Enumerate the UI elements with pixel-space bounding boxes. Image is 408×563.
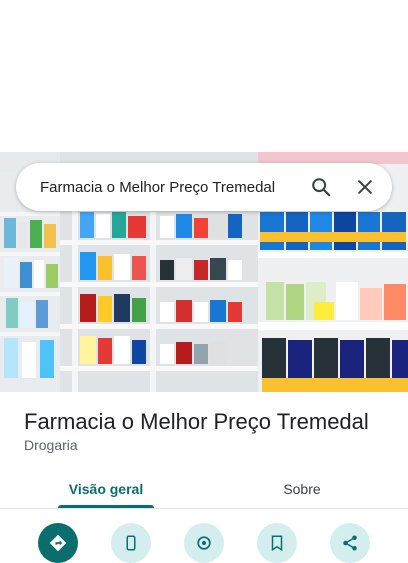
place-category[interactable]: Drogaria: [24, 437, 78, 453]
close-icon[interactable]: [352, 174, 378, 200]
search-icon[interactable]: [308, 174, 334, 200]
tab-about[interactable]: Sobre: [258, 470, 346, 508]
phone-icon: [126, 535, 136, 551]
call-button[interactable]: [111, 523, 151, 563]
search-query-text[interactable]: Farmacia o Melhor Preço Tremedal: [40, 179, 290, 196]
save-icon: [271, 535, 283, 552]
tab-active-indicator: [58, 505, 154, 508]
save-button[interactable]: [257, 523, 297, 563]
search-bar[interactable]: Farmacia o Melhor Preço Tremedal: [16, 163, 392, 211]
tab-bar: Visão geral Sobre: [0, 470, 408, 509]
location-icon: [197, 536, 211, 550]
directions-icon: [49, 534, 67, 552]
share-icon: [343, 535, 357, 551]
place-title: Farmacia o Melhor Preço Tremedal: [24, 409, 369, 434]
top-blank-area: [0, 0, 408, 152]
location-button[interactable]: [184, 523, 224, 563]
share-button[interactable]: [330, 523, 370, 563]
tab-overview[interactable]: Visão geral: [62, 470, 150, 508]
directions-button[interactable]: [38, 523, 78, 563]
